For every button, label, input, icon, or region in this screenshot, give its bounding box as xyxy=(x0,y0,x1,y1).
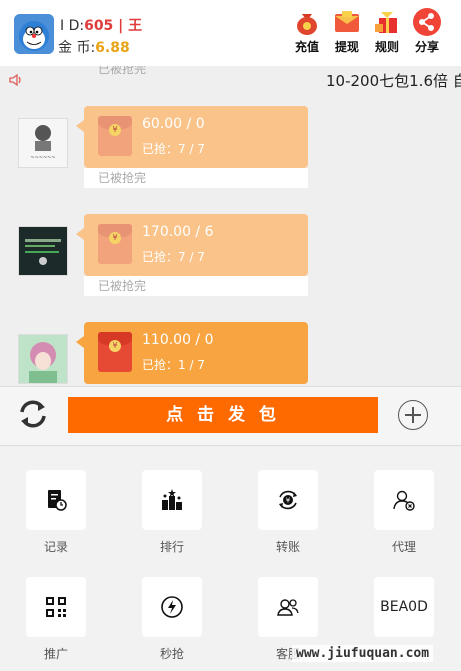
announcement-text: 10-200七包1.6倍 自 xyxy=(326,72,461,90)
send-bar: 点 击 发 包 xyxy=(0,386,461,446)
packet-grabbed: 已抢：7 / 7 xyxy=(142,142,205,156)
menu-item-quick-grab[interactable]: 秒抢 xyxy=(142,577,202,662)
record-icon xyxy=(48,490,67,511)
avatar[interactable]: ~~~~~~ xyxy=(18,118,68,168)
packet-status: 已被抢完 xyxy=(84,276,308,296)
recharge-button[interactable]: 充值 xyxy=(287,8,327,55)
avatar[interactable] xyxy=(18,226,68,276)
packet-amount: 60.00 / 0 xyxy=(142,116,205,132)
plus-icon[interactable] xyxy=(398,400,428,430)
packet-amount: 170.00 / 6 xyxy=(142,224,214,240)
red-envelope-icon: ¥ xyxy=(98,332,132,372)
packet-status: 已被抢完 xyxy=(84,168,308,188)
avatar[interactable] xyxy=(14,14,54,54)
withdraw-label: 提现 xyxy=(334,40,359,54)
gift-icon xyxy=(373,8,401,36)
red-packet-bubble[interactable]: ¥ 170.00 / 6 已抢：7 / 7 xyxy=(76,214,308,276)
list-item: ¥ 170.00 / 6 已抢：7 / 7 已被抢完 xyxy=(0,214,461,304)
menu-item-bea0d[interactable]: BEA0D xyxy=(374,577,434,637)
transfer-icon: ¥ xyxy=(279,490,297,510)
rules-button[interactable]: 规则 xyxy=(367,8,407,55)
refresh-icon[interactable] xyxy=(16,397,50,431)
coin-balance: 金 币:6.88 xyxy=(58,37,130,57)
user-id: I D:605 | 王 xyxy=(60,15,142,35)
menu-label: 转账 xyxy=(275,540,300,554)
menu-label: 代理 xyxy=(391,540,416,554)
menu-item-promote[interactable]: 推广 xyxy=(26,577,86,662)
list-item: ¥ 110.00 / 0 已抢：1 / 7 xyxy=(0,322,461,386)
rules-label: 规则 xyxy=(374,40,399,54)
red-envelope-icon: ¥ xyxy=(98,224,132,264)
packet-grabbed: 已抢：1 / 7 xyxy=(142,358,205,372)
svg-text:~~~~~~: ~~~~~~ xyxy=(30,155,55,161)
menu-label: 推广 xyxy=(43,647,68,661)
menu-item-records[interactable]: 记录 xyxy=(26,470,86,555)
id-label: I D: xyxy=(60,18,85,34)
coin-label: 金 币: xyxy=(58,40,96,56)
money-bag-icon xyxy=(293,8,321,36)
function-menu: 记录 排行 ¥ 转账 代理 推广 秒抢 客服 BEA0D xyxy=(0,447,461,671)
coin-value: 6.88 xyxy=(95,40,130,56)
menu-label: 排行 xyxy=(159,540,184,554)
menu-label: 记录 xyxy=(43,540,68,554)
share-label: 分享 xyxy=(414,40,439,54)
recharge-label: 充值 xyxy=(294,40,319,54)
menu-label: 秒抢 xyxy=(159,647,184,661)
avatar[interactable] xyxy=(18,334,68,384)
share-button[interactable]: 分享 xyxy=(407,8,447,55)
red-packet-bubble[interactable]: ¥ 110.00 / 0 已抢：1 / 7 xyxy=(76,322,308,384)
withdraw-button[interactable]: 提现 xyxy=(327,8,367,55)
previous-status: 已被抢完 xyxy=(98,66,147,76)
customer-service-icon xyxy=(277,599,299,616)
menu-item-agent[interactable]: 代理 xyxy=(374,470,434,555)
ranking-icon xyxy=(162,489,182,510)
announcement-bar: 已被抢完 10-200七包1.6倍 自 xyxy=(0,66,461,94)
chat-area[interactable]: ~~~~~~ ¥ 60.00 / 0 已抢：7 / 7 已被抢完 ¥ 170.0… xyxy=(0,94,461,386)
red-packet-bubble[interactable]: ¥ 60.00 / 0 已抢：7 / 7 xyxy=(76,106,308,168)
lightning-icon xyxy=(161,596,183,618)
menu-tile-text: BEA0D xyxy=(380,599,428,615)
menu-item-transfer[interactable]: ¥ 转账 xyxy=(258,470,318,555)
menu-item-ranking[interactable]: 排行 xyxy=(142,470,202,555)
header: I D:605 | 王 金 币:6.88 充值 提现 规则 分享 xyxy=(0,0,461,66)
id-value: 605 | 王 xyxy=(84,18,143,34)
svg-text:¥: ¥ xyxy=(286,497,291,505)
send-packet-button[interactable]: 点 击 发 包 xyxy=(68,397,378,433)
agent-icon xyxy=(393,490,415,511)
red-envelope-icon: ¥ xyxy=(98,116,132,156)
list-item: ~~~~~~ ¥ 60.00 / 0 已抢：7 / 7 已被抢完 xyxy=(0,106,461,196)
qrcode-icon xyxy=(46,597,66,617)
watermark: www.jiufuquan.com xyxy=(292,645,434,662)
red-envelope-icon xyxy=(333,8,361,36)
packet-amount: 110.00 / 0 xyxy=(142,332,214,348)
speaker-icon xyxy=(9,73,21,87)
share-icon xyxy=(413,8,441,36)
packet-grabbed: 已抢：7 / 7 xyxy=(142,250,205,264)
